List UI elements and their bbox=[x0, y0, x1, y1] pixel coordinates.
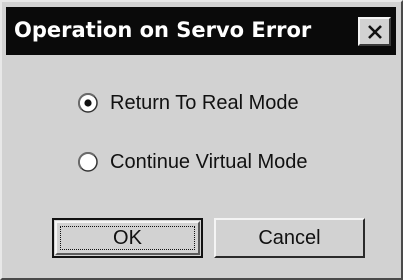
option-label: Return To Real Mode bbox=[110, 91, 299, 114]
option-return-to-real-mode[interactable]: Return To Real Mode bbox=[78, 88, 299, 118]
radio-unselected-icon[interactable] bbox=[78, 152, 98, 172]
option-label: Continue Virtual Mode bbox=[110, 150, 308, 173]
ok-button[interactable]: OK bbox=[52, 218, 203, 258]
close-button[interactable] bbox=[358, 17, 391, 46]
title-bar: Operation on Servo Error bbox=[6, 7, 396, 55]
radio-selected-icon[interactable] bbox=[78, 93, 98, 113]
option-continue-virtual-mode[interactable]: Continue Virtual Mode bbox=[78, 147, 308, 177]
servo-error-dialog: Operation on Servo Error Return To Real … bbox=[0, 0, 403, 280]
close-icon bbox=[368, 25, 382, 39]
dialog-title: Operation on Servo Error bbox=[14, 18, 312, 42]
cancel-button[interactable]: Cancel bbox=[214, 218, 365, 258]
ok-button-label: OK bbox=[113, 227, 142, 249]
